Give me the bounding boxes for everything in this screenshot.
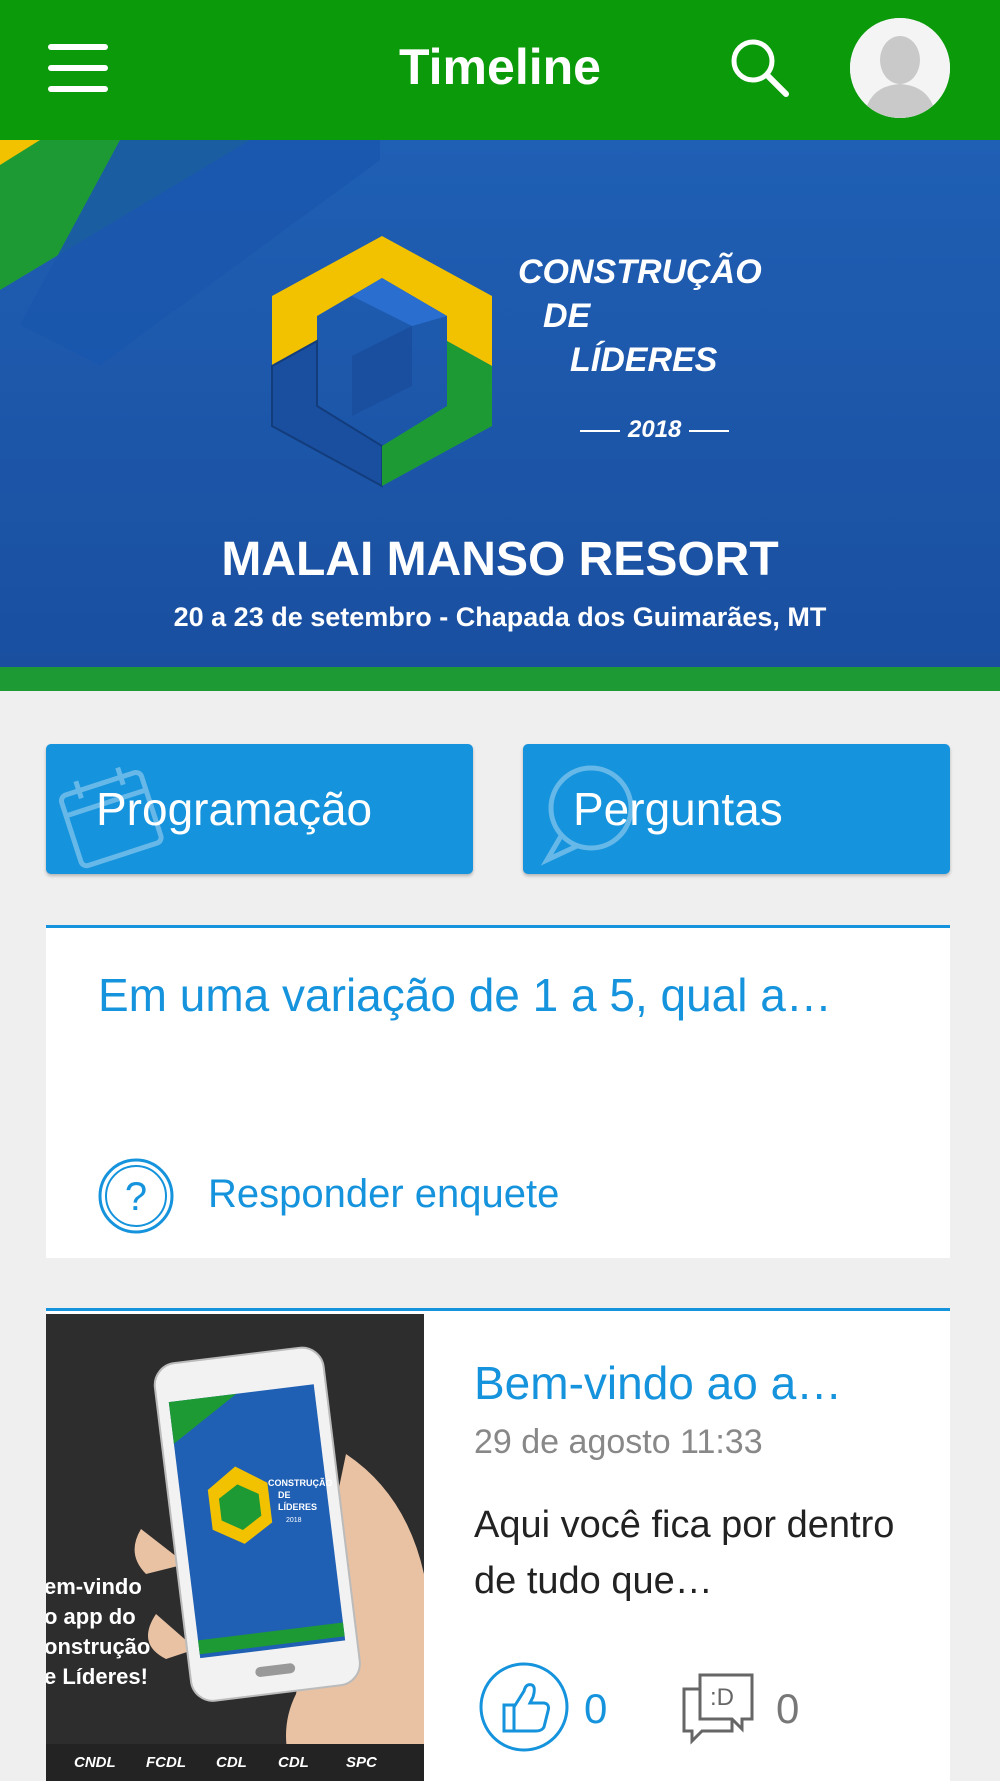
banner-graphic bbox=[0, 140, 492, 488]
svg-text::D: :D bbox=[710, 1684, 734, 1711]
image-caption-line1: em-vindo bbox=[46, 1574, 142, 1599]
post-image[interactable]: CONSTRUÇÃO DE LÍDERES 2018 em-vindo o ap… bbox=[46, 1314, 424, 1781]
banner-stripe bbox=[0, 667, 1000, 691]
phone-logo-line3: LÍDERES bbox=[278, 1502, 317, 1512]
avatar[interactable] bbox=[850, 18, 950, 118]
like-count: 0 bbox=[584, 1685, 608, 1732]
logo-title-line3: LÍDERES bbox=[570, 341, 718, 379]
logo-cndl: CNDL bbox=[74, 1754, 116, 1771]
user-silhouette-icon bbox=[850, 18, 950, 118]
logo-title-line1: CONSTRUÇÃO bbox=[518, 253, 762, 291]
svg-text:?: ? bbox=[125, 1175, 147, 1219]
image-caption-line3: onstrução bbox=[46, 1634, 150, 1659]
poll-question: Em uma variação de 1 a 5, qual a… bbox=[98, 969, 832, 1021]
like-icon[interactable] bbox=[478, 1661, 570, 1753]
perguntas-label: Perguntas bbox=[573, 783, 783, 835]
question-circle-icon[interactable]: ? bbox=[96, 1156, 176, 1236]
venue-title: MALAI MANSO RESORT bbox=[221, 533, 779, 586]
app-bar: Timeline bbox=[0, 0, 1000, 140]
post-date: 29 de agosto 11:33 bbox=[474, 1423, 763, 1461]
phone-in-hand-image: CONSTRUÇÃO DE LÍDERES 2018 em-vindo o ap… bbox=[46, 1314, 424, 1781]
image-caption-line2: o app do bbox=[46, 1604, 136, 1629]
logo-spc: SPC bbox=[346, 1754, 378, 1771]
post-card[interactable]: CONSTRUÇÃO DE LÍDERES 2018 em-vindo o ap… bbox=[46, 1308, 950, 1781]
phone-logo-line2: DE bbox=[278, 1490, 291, 1500]
comment-icon[interactable]: :D bbox=[678, 1669, 758, 1749]
comment-count: 0 bbox=[776, 1685, 800, 1732]
search-icon[interactable] bbox=[728, 36, 790, 98]
logo-title-line2: DE bbox=[543, 297, 591, 335]
logo-year: 2018 bbox=[572, 416, 737, 444]
post-title[interactable]: Bem-vindo ao a… bbox=[474, 1356, 842, 1410]
event-banner: CONSTRUÇÃO DE LÍDERES 2018 MALAI MANSO R… bbox=[0, 140, 1000, 667]
poll-card[interactable]: Em uma variação de 1 a 5, qual a… ? Resp… bbox=[46, 925, 950, 1258]
perguntas-button[interactable]: Perguntas bbox=[523, 744, 950, 874]
phone-logo-year: 2018 bbox=[286, 1517, 302, 1524]
phone-logo-line1: CONSTRUÇÃO bbox=[268, 1478, 333, 1488]
programacao-label: Programação bbox=[96, 783, 373, 835]
post-body: Aqui você fica por dentro de tudo que… bbox=[474, 1504, 895, 1602]
answer-poll-link[interactable]: Responder enquete bbox=[208, 1172, 559, 1217]
event-dates: 20 a 23 de setembro - Chapada dos Guimar… bbox=[173, 602, 827, 632]
programacao-button[interactable]: Programação bbox=[46, 744, 473, 874]
logo-fcdl: FCDL bbox=[146, 1754, 186, 1771]
image-caption-line4: e Líderes! bbox=[46, 1664, 148, 1689]
logo-cdl-1: CDL bbox=[216, 1754, 247, 1771]
logo-cdl-2: CDL bbox=[278, 1754, 309, 1771]
